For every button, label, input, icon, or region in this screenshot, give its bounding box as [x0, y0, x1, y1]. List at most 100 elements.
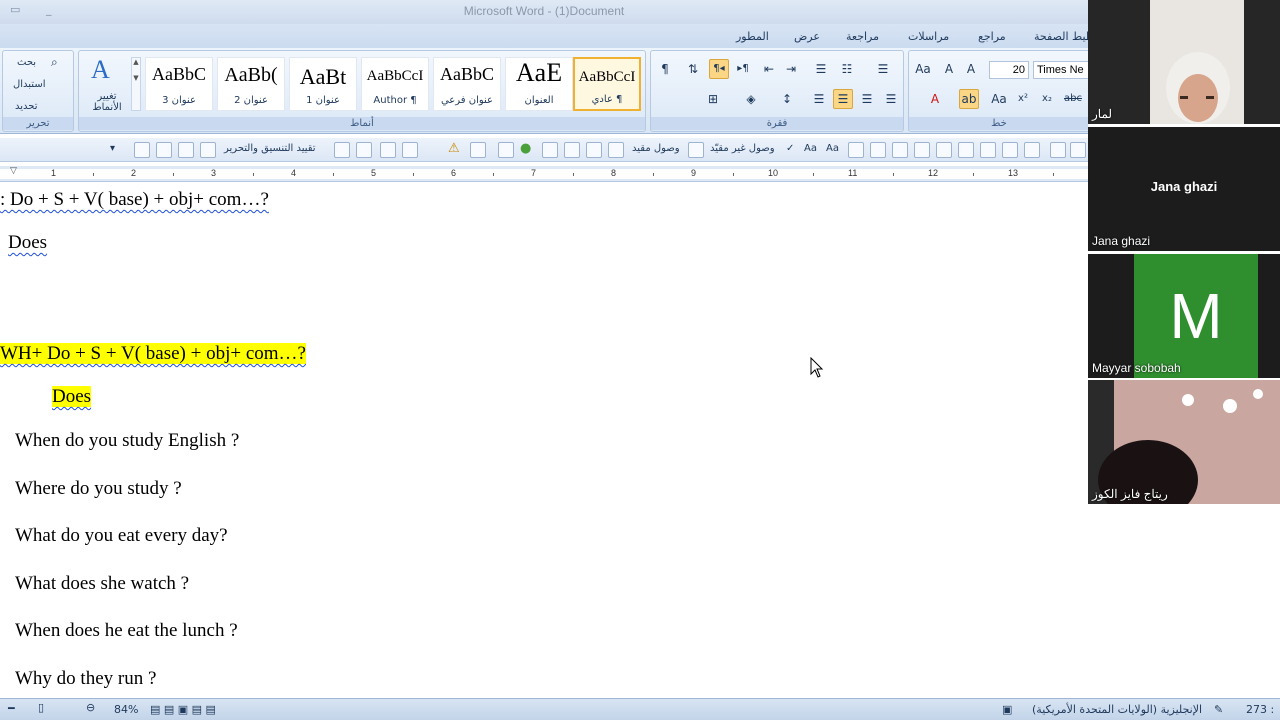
toolbar-icon[interactable] — [356, 142, 372, 158]
decrease-indent-icon[interactable]: ⇤ — [759, 59, 779, 79]
toolbar-icon[interactable] — [1024, 142, 1040, 158]
toolbar-icon[interactable] — [334, 142, 350, 158]
toolbar-icon[interactable] — [958, 142, 974, 158]
borders-icon[interactable]: ⊞ — [703, 89, 723, 109]
styles-scroll[interactable]: ▲ ▼ — [131, 57, 141, 111]
question-line: What does she watch ? — [15, 573, 190, 594]
view-buttons-icon[interactable]: ▤ ▤ ▣ ▤ ▤ — [150, 703, 216, 716]
toolbar-icon[interactable] — [564, 142, 580, 158]
restricted-access-button[interactable]: وصول مقيد — [632, 143, 680, 154]
strikethrough-icon[interactable]: abc — [1063, 89, 1083, 109]
change-styles-button[interactable]: A تغيير الأنماط — [83, 55, 131, 115]
word-count[interactable]: 273 : — [1246, 703, 1274, 716]
toolbar-icon[interactable] — [178, 142, 194, 158]
toolbar-icon[interactable] — [688, 142, 704, 158]
toolbar-icon[interactable] — [848, 142, 864, 158]
toolbar-icon[interactable] — [200, 142, 216, 158]
font-name-select[interactable]: Times Ne — [1033, 61, 1093, 79]
toolbar-icon[interactable] — [470, 142, 486, 158]
toolbar-icon[interactable] — [402, 142, 418, 158]
tab-developer[interactable]: المطور — [736, 30, 769, 43]
align-center-icon[interactable]: ☰ — [857, 89, 877, 109]
toolbar-icon[interactable] — [380, 142, 396, 158]
font-aa-icon[interactable]: Aa — [804, 143, 817, 154]
change-case-icon[interactable]: Aa — [913, 59, 933, 79]
toolbar-icon[interactable] — [892, 142, 908, 158]
style-title[interactable]: AaE العنوان — [505, 57, 573, 111]
zoom-out-icon[interactable]: ━ — [8, 702, 15, 715]
warning-icon[interactable]: ⚠ — [448, 141, 460, 156]
align-right-icon[interactable]: ☰ — [833, 89, 853, 109]
style-subtitle[interactable]: AaBbC عنوان فرعي — [433, 57, 501, 111]
multilevel-list-icon[interactable]: ☰ — [811, 59, 831, 79]
numbering-icon[interactable]: ☷ — [837, 59, 857, 79]
ruler-indent-marker-icon[interactable]: ▽ — [10, 165, 17, 176]
toolbar-icon[interactable] — [498, 142, 514, 158]
style-author[interactable]: AaBbCcI Author ¶ — [361, 57, 429, 111]
toolbar-icon[interactable] — [586, 142, 602, 158]
style-heading-1[interactable]: AaBt عنوان 1 — [289, 57, 357, 111]
shrink-font-icon[interactable]: A — [939, 59, 959, 79]
line-spacing-icon[interactable]: ↕ — [777, 89, 797, 109]
does-highlight-text: Does — [52, 386, 92, 407]
font-color-icon[interactable]: A — [925, 89, 945, 109]
style-normal[interactable]: AaBbCcI عادي ¶ — [573, 57, 641, 111]
zoom-slider-thumb-icon[interactable]: ▯ — [38, 701, 44, 714]
participant-avatar: M — [1134, 254, 1258, 378]
toolbar-icon[interactable] — [134, 142, 150, 158]
toolbar-icon[interactable] — [1002, 142, 1018, 158]
font-aa-icon[interactable]: Aa — [826, 143, 839, 154]
toolbar-icon[interactable] — [156, 142, 172, 158]
subscript-icon[interactable]: x₂ — [1037, 89, 1057, 109]
font-size-select[interactable]: 20 — [989, 61, 1029, 79]
style-heading-3[interactable]: AaBbC عنوان 3 — [145, 57, 213, 111]
green-circle-icon[interactable]: ● — [520, 141, 531, 156]
tab-view[interactable]: عرض — [794, 30, 820, 43]
show-marks-icon[interactable]: ¶ — [655, 59, 675, 79]
tab-review[interactable]: مراجعة — [846, 30, 879, 43]
grow-font-icon[interactable]: A — [961, 59, 981, 79]
superscript-icon[interactable]: x² — [1013, 89, 1033, 109]
participant-tile[interactable]: Jana ghazi Jana ghazi — [1088, 127, 1280, 251]
tab-mailings[interactable]: مراسلات — [908, 30, 949, 43]
style-heading-2[interactable]: AaBb( عنوان 2 — [217, 57, 285, 111]
binoculars-icon: ⌕ — [51, 55, 58, 69]
toolbar-icon[interactable] — [936, 142, 952, 158]
select-button[interactable]: تحديد — [15, 101, 38, 112]
participant-tile[interactable]: M Mayyar sobobah — [1088, 254, 1280, 378]
ltr-direction-icon[interactable]: ▸¶ — [733, 59, 753, 79]
zoom-level[interactable]: 84% — [114, 703, 138, 716]
formula-line: : Do + S + V( base) + obj+ com…? — [0, 189, 269, 211]
increase-indent-icon[interactable]: ⇥ — [781, 59, 801, 79]
zoom-minus-button[interactable]: ⊖ — [86, 701, 95, 714]
toolbar-icon[interactable] — [914, 142, 930, 158]
align-left-icon[interactable]: ☰ — [881, 89, 901, 109]
toolbar-options-icon[interactable]: ▾ — [110, 143, 115, 154]
checkmark-icon[interactable]: ✓ — [786, 143, 794, 154]
replace-button[interactable]: استبدال — [13, 79, 46, 90]
restrict-editing-button[interactable]: تقييد التنسيق والتحرير — [224, 143, 316, 154]
shading-icon[interactable]: ◈ — [741, 89, 761, 109]
toolbar-icon[interactable] — [608, 142, 624, 158]
text-effects-icon[interactable]: Aa — [989, 89, 1009, 109]
toolbar-icon[interactable] — [1050, 142, 1066, 158]
macro-record-icon[interactable]: ▣ — [1002, 703, 1012, 716]
proofing-icon[interactable]: ✎ — [1214, 703, 1223, 716]
highlight-icon[interactable]: ab — [959, 89, 979, 109]
rtl-direction-icon[interactable]: ¶◂ — [709, 59, 729, 79]
sort-icon[interactable]: ⇅ — [683, 59, 703, 79]
toolbar-icon[interactable] — [980, 142, 996, 158]
language-indicator[interactable]: الإنجليزية (الولايات المتحدة الأمريكية) — [1032, 703, 1202, 716]
horizontal-ruler[interactable]: ▽ 1 2 3 4 5 6 7 8 9 10 11 12 13 — [0, 165, 1088, 182]
document-area[interactable]: : Do + S + V( base) + obj+ com…? Does WH… — [0, 183, 1088, 697]
tab-references[interactable]: مراجع — [978, 30, 1006, 43]
find-button[interactable]: بحث — [17, 57, 36, 68]
bullets-icon[interactable]: ☰ — [873, 59, 893, 79]
participant-tile[interactable]: لمار — [1088, 0, 1280, 124]
justify-icon[interactable]: ☰ — [809, 89, 829, 109]
toolbar-icon[interactable] — [1070, 142, 1086, 158]
participant-tile[interactable]: ريتاج فايز الكوز — [1088, 380, 1280, 504]
toolbar-icon[interactable] — [870, 142, 886, 158]
toolbar-icon[interactable] — [542, 142, 558, 158]
unrestricted-access-button[interactable]: وصول غير مقيّد — [710, 143, 775, 154]
